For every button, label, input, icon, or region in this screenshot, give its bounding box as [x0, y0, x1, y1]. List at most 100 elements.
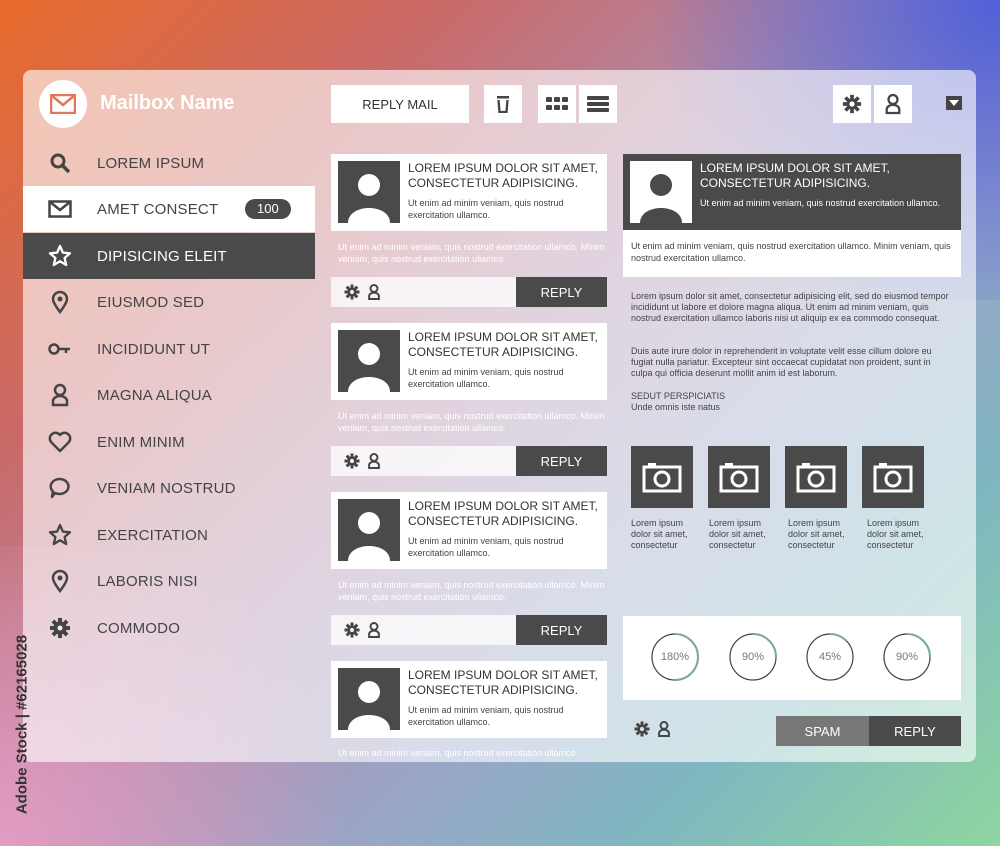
sidebar-item-laboris-nisi[interactable]: LABORIS NISI	[23, 558, 315, 604]
user-icon[interactable]	[367, 452, 381, 470]
reading-pane-actions	[633, 720, 671, 743]
sidebar-item-dipisicing-eleit[interactable]: DIPISICING ELEIT	[23, 233, 315, 279]
message-preview: Ut enim ad minim veniam, quis nostrud ex…	[408, 705, 564, 727]
gear-icon[interactable]	[343, 452, 361, 470]
avatar-placeholder-icon	[630, 161, 692, 223]
gear-icon[interactable]	[343, 283, 361, 301]
sidebar-item-magna-aliqua[interactable]: MAGNA ALIQUA	[23, 372, 315, 418]
user-icon[interactable]	[367, 621, 381, 639]
sidebar-item-label: EIUSMOD SED	[97, 293, 205, 311]
message-preview: Ut enim ad minim veniam, quis nostrud ex…	[408, 536, 564, 558]
message-card[interactable]: LOREM IPSUM DOLOR SIT AMET, CONSECTETUR …	[331, 492, 607, 569]
mailbox-window: Mailbox Name LOREM IPSUM AMET CONSECT 10…	[23, 70, 976, 762]
list-view-icon[interactable]	[579, 85, 617, 123]
reply-button[interactable]: REPLY	[516, 446, 607, 476]
reply-button[interactable]: REPLY	[516, 615, 607, 645]
stock-credit: Adobe Stock | #62165028	[8, 620, 36, 836]
reply-button[interactable]: REPLY	[869, 716, 961, 746]
sidebar-item-label: EXERCITATION	[97, 526, 209, 544]
user-icon[interactable]	[657, 720, 671, 743]
camera-icon[interactable]	[785, 446, 847, 508]
location-pin-icon	[23, 569, 97, 593]
mailbox-title: Mailbox Name	[100, 92, 235, 114]
grid-view-icon[interactable]	[538, 85, 576, 123]
gauge-label: 90%	[741, 651, 765, 663]
sidebar-item-label: LOREM IPSUM	[97, 154, 205, 172]
gauge-label: 90%	[895, 651, 919, 663]
sidebar-item-lorem-ipsum[interactable]: LOREM IPSUM	[23, 140, 315, 186]
attachment-caption: Lorem ipsum dolor sit amet, consectetur	[631, 518, 688, 550]
reply-mail-button[interactable]: REPLY MAIL	[331, 85, 469, 123]
message-card[interactable]: LOREM IPSUM DOLOR SIT AMET, CONSECTETUR …	[331, 661, 607, 738]
message-footer-text: Ut enim ad minim veniam, quis nostrud ex…	[338, 242, 605, 264]
message-card[interactable]: LOREM IPSUM DOLOR SIT AMET, CONSECTETUR …	[331, 323, 607, 400]
sidebar-item-label: DIPISICING ELEIT	[97, 247, 227, 265]
signature-subtitle: Unde omnis iste natus	[631, 402, 721, 412]
progress-gauge: 90%	[882, 632, 932, 682]
sidebar-item-exercitation[interactable]: EXERCITATION	[23, 512, 315, 558]
spam-button[interactable]: SPAM	[776, 716, 869, 746]
avatar-placeholder-icon	[338, 330, 400, 392]
message-title: LOREM IPSUM DOLOR SIT AMET, CONSECTETUR …	[408, 161, 598, 190]
message-footer-text: Ut enim ad minim veniam, quis nostrud ex…	[338, 748, 579, 758]
camera-icon[interactable]	[862, 446, 924, 508]
sidebar-item-label: AMET CONSECT	[97, 200, 219, 218]
message-preview: Ut enim ad minim veniam, quis nostrud ex…	[408, 198, 564, 220]
sidebar-item-label: ENIM MINIM	[97, 433, 185, 451]
dropdown-arrow-icon[interactable]	[946, 96, 962, 110]
attachment-caption: Lorem ipsum dolor sit amet, consectetur	[709, 518, 766, 550]
sidebar-item-label: INCIDIDUNT UT	[97, 340, 211, 358]
camera-icon[interactable]	[708, 446, 770, 508]
open-message-preview: Ut enim ad minim veniam, quis nostrud ex…	[700, 198, 941, 208]
message-title: LOREM IPSUM DOLOR SIT AMET, CONSECTETUR …	[408, 499, 598, 528]
camera-icon[interactable]	[631, 446, 693, 508]
gauge-label: 180%	[660, 651, 690, 663]
message-card[interactable]: LOREM IPSUM DOLOR SIT AMET, CONSECTETUR …	[331, 154, 607, 231]
trash-icon[interactable]	[484, 85, 522, 123]
attachment-caption: Lorem ipsum dolor sit amet, consectetur	[788, 518, 845, 550]
message-title: LOREM IPSUM DOLOR SIT AMET, CONSECTETUR …	[408, 668, 598, 697]
stock-credit-text: Adobe Stock | #62165028	[13, 634, 31, 815]
sidebar-item-label: VENIAM NOSTRUD	[97, 479, 236, 497]
message-action-bar	[331, 615, 516, 645]
attachment-caption: Lorem ipsum dolor sit amet, consectetur	[867, 518, 924, 550]
progress-gauge: 45%	[805, 632, 855, 682]
avatar-placeholder-icon	[338, 499, 400, 561]
location-pin-icon	[23, 290, 97, 314]
chat-bubble-icon	[23, 476, 97, 500]
gauge-label: 45%	[818, 651, 842, 663]
gear-icon[interactable]	[343, 621, 361, 639]
sidebar-item-incididunt-ut[interactable]: INCIDIDUNT UT	[23, 326, 315, 372]
message-footer-text: Ut enim ad minim veniam, quis nostrud ex…	[338, 411, 605, 433]
mail-icon	[23, 200, 97, 218]
sidebar-item-amet-consect[interactable]: AMET CONSECT 100	[23, 186, 315, 232]
settings-gear-icon[interactable]	[833, 85, 871, 123]
user-icon[interactable]	[367, 283, 381, 301]
progress-gauge: 180%	[650, 632, 700, 682]
sidebar-item-commodo[interactable]: COMMODO	[23, 605, 315, 651]
reply-button[interactable]: REPLY	[516, 277, 607, 307]
message-action-bar	[331, 277, 516, 307]
user-profile-icon[interactable]	[874, 85, 912, 123]
key-icon	[23, 341, 97, 357]
message-preview: Ut enim ad minim veniam, quis nostrud ex…	[408, 367, 564, 389]
unread-count-badge: 100	[245, 199, 291, 219]
avatar-placeholder-icon	[338, 668, 400, 730]
message-body-paragraph: Lorem ipsum dolor sit amet, consectetur …	[631, 291, 949, 323]
message-title: LOREM IPSUM DOLOR SIT AMET, CONSECTETUR …	[408, 330, 598, 359]
message-footer-text: Ut enim ad minim veniam, quis nostrud ex…	[338, 580, 605, 602]
signature-name: SEDUT PERSPICIATIS	[631, 391, 726, 401]
gear-icon[interactable]	[633, 720, 651, 743]
heart-icon	[23, 431, 97, 453]
user-icon	[23, 383, 97, 407]
open-message-title: LOREM IPSUM DOLOR SIT AMET, CONSECTETUR …	[700, 161, 890, 190]
sidebar-item-label: LABORIS NISI	[97, 572, 198, 590]
sidebar-item-veniam-nostrud[interactable]: VENIAM NOSTRUD	[23, 465, 315, 511]
sidebar-item-label: MAGNA ALIQUA	[97, 386, 212, 404]
open-message-summary: Ut enim ad minim veniam, quis nostrud ex…	[631, 241, 951, 263]
search-icon	[23, 152, 97, 174]
sidebar-item-enim-minim[interactable]: ENIM MINIM	[23, 419, 315, 465]
sidebar-item-eiusmod-sed[interactable]: EIUSMOD SED	[23, 279, 315, 325]
star-icon	[23, 244, 97, 268]
mail-logo-icon	[39, 80, 87, 128]
